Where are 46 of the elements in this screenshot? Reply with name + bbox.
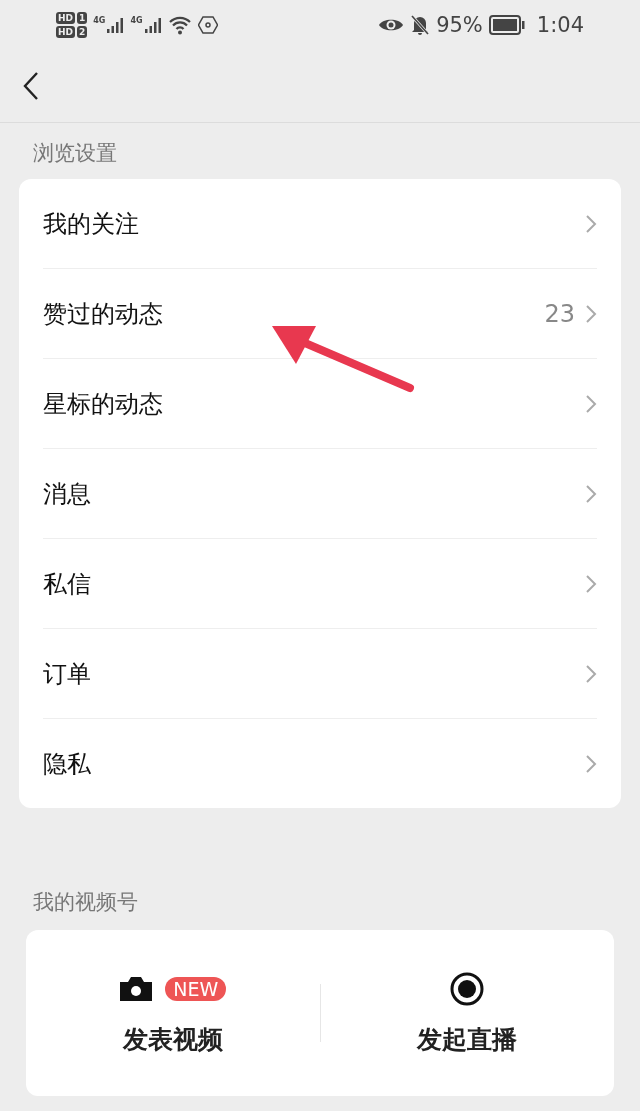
- count-label: 23: [544, 299, 575, 328]
- action-label: 发表视频: [122, 1023, 223, 1056]
- eye-icon: [378, 17, 405, 33]
- chevron-icon: [585, 573, 597, 594]
- row-label: 消息: [43, 478, 92, 510]
- row-label: 订单: [43, 658, 92, 690]
- network-type: 4G: [93, 16, 106, 25]
- channel-action[interactable]: 发起直播: [320, 970, 614, 1056]
- back-icon[interactable]: [22, 71, 40, 101]
- settings-row[interactable]: 星标的动态: [43, 359, 597, 449]
- chevron-icon: [585, 303, 597, 324]
- signal-icon: [106, 16, 125, 34]
- settings-row[interactable]: 消息: [43, 449, 597, 539]
- signal-icon: [143, 16, 162, 34]
- hd-badge: HD: [56, 12, 75, 24]
- chevron-icon: [585, 663, 597, 684]
- section-title: 浏览设置: [32, 140, 118, 167]
- action-label: 发起直播: [417, 1023, 518, 1056]
- sim-badge: 2: [77, 26, 88, 38]
- chevron-icon: [585, 483, 597, 504]
- row-label: 星标的动态: [43, 388, 164, 420]
- row-label: 赞过的动态: [43, 298, 164, 330]
- network-type: 4G: [130, 16, 143, 25]
- settings-row[interactable]: 隐私: [43, 719, 597, 808]
- row-label: 隐私: [43, 748, 92, 780]
- settings-row[interactable]: 私信: [43, 539, 597, 629]
- battery-icon: [488, 15, 525, 35]
- chevron-icon: [585, 393, 597, 414]
- row-label: 我的关注: [43, 208, 140, 240]
- channel-action[interactable]: NEW 发表视频: [26, 970, 320, 1056]
- settings-row[interactable]: 订单: [43, 629, 597, 719]
- settings-row[interactable]: 我的关注: [43, 179, 597, 269]
- chevron-icon: [585, 753, 597, 774]
- chevron-icon: [585, 213, 597, 234]
- row-label: 私信: [43, 568, 92, 600]
- hd-badge: HD: [56, 26, 75, 38]
- wifi-icon: [167, 15, 192, 35]
- section-title: 我的视频号: [32, 889, 139, 916]
- muted-bell-icon: [410, 14, 431, 36]
- new-badge: NEW: [165, 976, 227, 1001]
- battery-percent: 95%: [436, 13, 483, 37]
- camera-icon: [119, 975, 154, 1002]
- sim-badge: 1: [77, 12, 88, 24]
- record-icon: [450, 971, 485, 1006]
- hexagon-icon: [197, 16, 218, 34]
- clock-time: 1:04: [536, 13, 584, 37]
